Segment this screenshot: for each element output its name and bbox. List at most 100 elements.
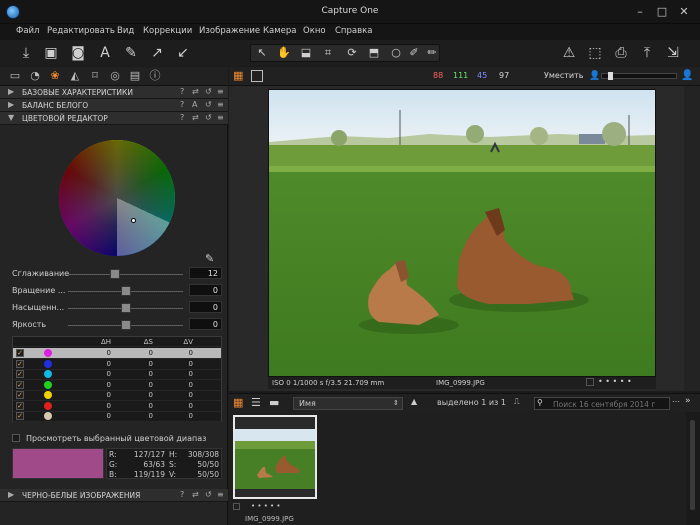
reset-icon[interactable]: ↺ — [205, 100, 212, 109]
grid-view-icon[interactable]: ▦ — [233, 70, 245, 82]
rotate-icon[interactable]: ⟳ — [343, 45, 361, 61]
smoothing-value[interactable]: 12 — [189, 267, 222, 279]
wheel-selected-range[interactable] — [59, 140, 175, 256]
scrollbar-thumb[interactable] — [690, 420, 695, 510]
spot-icon[interactable]: ○ — [387, 45, 405, 61]
slider-lightness[interactable]: Яркость 0 — [0, 318, 228, 332]
menu-icon[interactable]: ≡ — [217, 490, 224, 499]
section-wb[interactable]: ▶ БАЛАНС БЕЛОГО ? A ↺ ≡ — [0, 99, 228, 112]
row-checkbox[interactable]: ✓ — [16, 412, 24, 420]
more-icon[interactable]: ⋯ — [672, 397, 680, 406]
row-checkbox[interactable]: ✓ — [16, 370, 24, 378]
keystone-icon[interactable]: ⬒ — [365, 45, 383, 61]
hand-icon[interactable]: ✋ — [275, 45, 293, 61]
warning-icon[interactable]: ⚠ — [559, 43, 579, 63]
minimize-button[interactable]: – — [632, 6, 648, 20]
sort-select[interactable]: Имя ⇕ — [293, 397, 403, 410]
lens-tab-icon[interactable]: ⌑ — [88, 69, 102, 83]
thumbnail-rating[interactable]: • • • • • — [251, 502, 281, 510]
wheel-marker[interactable] — [131, 218, 136, 223]
menu-icon[interactable]: ≡ — [217, 113, 224, 122]
arrow-down-left-icon[interactable]: ↙ — [173, 43, 193, 63]
menu-window[interactable]: Окно — [303, 26, 326, 36]
menu-icon[interactable]: ≡ — [217, 100, 224, 109]
section-color-editor[interactable]: ▼ ЦВЕТОВОЙ РЕДАКТОР ? ⇄ ↺ ≡ — [0, 112, 228, 125]
view-selected-checkbox[interactable] — [12, 434, 20, 442]
metadata-tab-icon[interactable]: ▤ — [128, 69, 142, 83]
copy-icon[interactable]: ⇄ — [192, 87, 199, 96]
fit-label[interactable]: Уместить — [544, 71, 583, 80]
reset-icon[interactable]: ↺ — [205, 87, 212, 96]
menu-adjustments[interactable]: Коррекции — [143, 26, 192, 36]
color-wheel[interactable] — [59, 140, 175, 256]
color-row[interactable]: ✓ 0 0 0 — [13, 359, 221, 370]
menu-camera[interactable]: Камера — [263, 26, 297, 36]
hue-rotation-knob[interactable] — [120, 286, 131, 296]
help-icon[interactable]: ? — [180, 490, 184, 499]
picker-icon[interactable]: A — [192, 100, 197, 109]
color-row[interactable]: ✓ 0 0 0 — [13, 348, 221, 359]
row-checkbox[interactable]: ✓ — [16, 391, 24, 399]
section-bw[interactable]: ▶ ЧЕРНО-БЕЛЫЕ ИЗОБРАЖЕНИЯ ? ⇄ ↺ ≡ — [0, 489, 228, 502]
capture-tab-icon[interactable]: ◔ — [28, 69, 42, 83]
rating-dots[interactable]: • • • • • — [598, 377, 632, 386]
zoom-icon[interactable]: ⬓ — [297, 45, 315, 61]
color-row[interactable]: ✓ 0 0 0 — [13, 401, 221, 412]
menu-icon[interactable]: ≡ — [217, 87, 224, 96]
main-photo[interactable] — [268, 89, 656, 377]
color-row[interactable]: ✓ 0 0 0 — [13, 411, 221, 422]
hue-rotation-value[interactable]: 0 — [189, 284, 222, 296]
help-icon[interactable]: ? — [180, 100, 184, 109]
maximize-button[interactable]: □ — [654, 6, 670, 20]
row-checkbox[interactable]: ✓ — [16, 349, 24, 357]
zoom-slider[interactable] — [601, 72, 677, 80]
info-tab-icon[interactable]: ⓘ — [148, 69, 162, 83]
brush-icon[interactable]: ✎ — [121, 43, 141, 63]
single-view-icon[interactable] — [251, 70, 263, 82]
lightness-value[interactable]: 0 — [189, 318, 222, 330]
export-icon[interactable]: ⤒ — [637, 43, 657, 63]
smoothing-knob[interactable] — [110, 269, 120, 279]
thumbnail-select-box[interactable] — [233, 503, 240, 510]
copy-icon[interactable]: ⇄ — [192, 113, 199, 122]
zoom-slider-knob[interactable] — [608, 72, 613, 80]
reset-icon[interactable]: ↺ — [205, 113, 212, 122]
help-icon[interactable]: ? — [180, 113, 184, 122]
filmstrip-browser-icon[interactable]: ▬ — [269, 397, 279, 409]
expand-icon[interactable]: » — [685, 396, 691, 406]
menu-view[interactable]: Вид — [117, 26, 134, 36]
camera-icon[interactable]: ◙ — [68, 43, 88, 63]
arrow-up-right-icon[interactable]: ↗ — [147, 43, 167, 63]
color-row[interactable]: ✓ 0 0 0 — [13, 369, 221, 380]
search-field[interactable]: ⚲ — [534, 397, 670, 410]
eyedropper-icon[interactable]: ✎ — [205, 252, 214, 265]
print-icon[interactable]: ⎙ — [611, 43, 631, 63]
row-checkbox[interactable]: ✓ — [16, 380, 24, 389]
smoothing-track[interactable] — [68, 274, 183, 275]
reset-icon[interactable]: ↺ — [205, 490, 212, 499]
capture-icon[interactable]: ▣ — [41, 43, 61, 63]
slider-saturation[interactable]: Насыщенн... 0 — [0, 301, 228, 315]
saturation-value[interactable]: 0 — [189, 301, 222, 313]
sort-direction-icon[interactable]: ▲ — [411, 397, 417, 406]
slider-hue-rotation[interactable]: Вращение ... 0 — [0, 284, 228, 298]
slider-smoothing[interactable]: Сглаживание 12 — [0, 267, 228, 281]
menu-image[interactable]: Изображение — [199, 26, 260, 36]
crop-icon[interactable]: ⌗ — [319, 45, 337, 61]
compare-icon[interactable]: ⬚ — [585, 43, 605, 63]
row-checkbox[interactable]: ✓ — [16, 401, 24, 410]
import-icon[interactable]: ⤓ — [16, 43, 36, 63]
lightness-knob[interactable] — [120, 320, 131, 330]
picker-icon[interactable]: ✐ — [405, 45, 423, 61]
row-checkbox[interactable]: ✓ — [16, 359, 24, 368]
menu-file[interactable]: Файл — [16, 26, 39, 36]
search-input[interactable] — [553, 399, 667, 409]
list-browser-icon[interactable]: ☰ — [251, 397, 261, 409]
filter-icon[interactable]: ⎍ — [514, 397, 520, 407]
menu-edit[interactable]: Редактировать — [47, 26, 115, 36]
text-tool-icon[interactable]: A — [95, 43, 115, 63]
library-tab-icon[interactable]: ▭ — [8, 69, 22, 83]
section-basic[interactable]: ▶ БАЗОВЫЕ ХАРАКТЕРИСТИКИ ? ⇄ ↺ ≡ — [0, 86, 228, 99]
copy-icon[interactable]: ⇄ — [192, 490, 199, 499]
local-brush-icon[interactable]: ✏ — [423, 45, 441, 61]
